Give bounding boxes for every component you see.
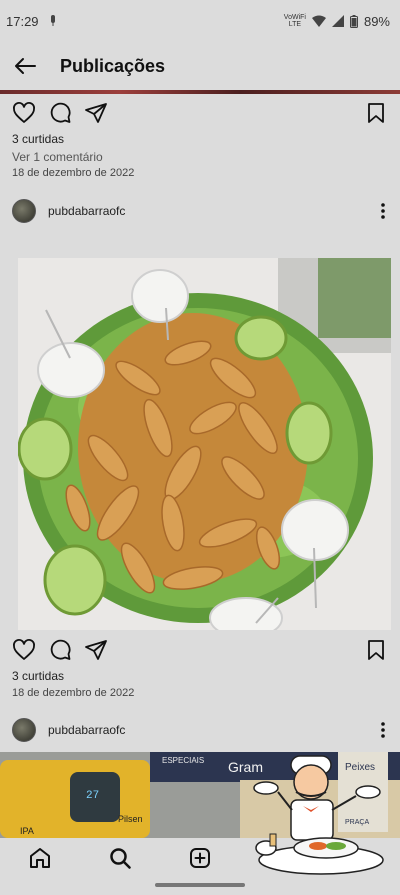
- author-name[interactable]: pubdabarraofc: [48, 204, 125, 218]
- previous-post-image: [0, 90, 400, 94]
- add-post-icon[interactable]: [188, 846, 212, 870]
- send-icon[interactable]: [84, 101, 108, 125]
- status-bar: 17:29 VoWiFi LTE 89%: [0, 0, 400, 42]
- search-icon[interactable]: [108, 846, 132, 870]
- post-actions: [0, 98, 400, 128]
- back-button[interactable]: [12, 53, 38, 79]
- wifi-icon: [311, 15, 326, 27]
- likes-count[interactable]: 3 curtidas: [12, 669, 64, 683]
- sign-pilsen: Pilsen: [118, 814, 143, 824]
- heart-icon[interactable]: [12, 638, 36, 662]
- avatar[interactable]: [12, 199, 36, 223]
- post-date: 18 de dezembro de 2022: [12, 687, 135, 699]
- sign-especiais: ESPECIAIS: [162, 756, 204, 765]
- bookmark-icon[interactable]: [364, 101, 388, 125]
- view-comments-link[interactable]: Ver 1 comentário: [12, 150, 103, 164]
- post-date: 18 de dezembro de 2022: [12, 167, 135, 179]
- battery-icon: [349, 14, 358, 28]
- arrow-left-icon: [15, 58, 36, 74]
- avatar[interactable]: [12, 718, 36, 742]
- comment-icon[interactable]: [48, 638, 72, 662]
- post-author[interactable]: pubdabarraofc: [0, 715, 400, 745]
- comment-icon[interactable]: [48, 101, 72, 125]
- signal-icon: [331, 15, 344, 27]
- post-actions: [0, 635, 400, 665]
- post-author[interactable]: pubdabarraofc: [0, 196, 400, 226]
- bookmark-icon[interactable]: [364, 638, 388, 662]
- battery-level: 89%: [363, 13, 390, 29]
- sign-ipa: IPA: [20, 826, 34, 836]
- more-vertical-icon[interactable]: [380, 721, 386, 739]
- heart-icon[interactable]: [12, 101, 36, 125]
- page-title: Publicações: [60, 55, 166, 76]
- display-reading: 27: [86, 790, 99, 802]
- fried-food-platter-image: [18, 258, 391, 630]
- home-icon[interactable]: [28, 846, 52, 870]
- status-time: 17:29: [6, 13, 39, 29]
- microphone-icon: [50, 15, 55, 26]
- chef-mascot-illustration: [253, 755, 384, 875]
- author-name[interactable]: pubdabarraofc: [48, 723, 125, 737]
- app-bar: Publicações: [0, 42, 400, 90]
- post-photo[interactable]: [18, 258, 391, 630]
- more-vertical-icon[interactable]: [380, 202, 386, 220]
- likes-count[interactable]: 3 curtidas: [12, 132, 64, 146]
- network-type: VoWiFi LTE: [283, 14, 306, 28]
- send-icon[interactable]: [84, 638, 108, 662]
- home-indicator: [155, 883, 245, 887]
